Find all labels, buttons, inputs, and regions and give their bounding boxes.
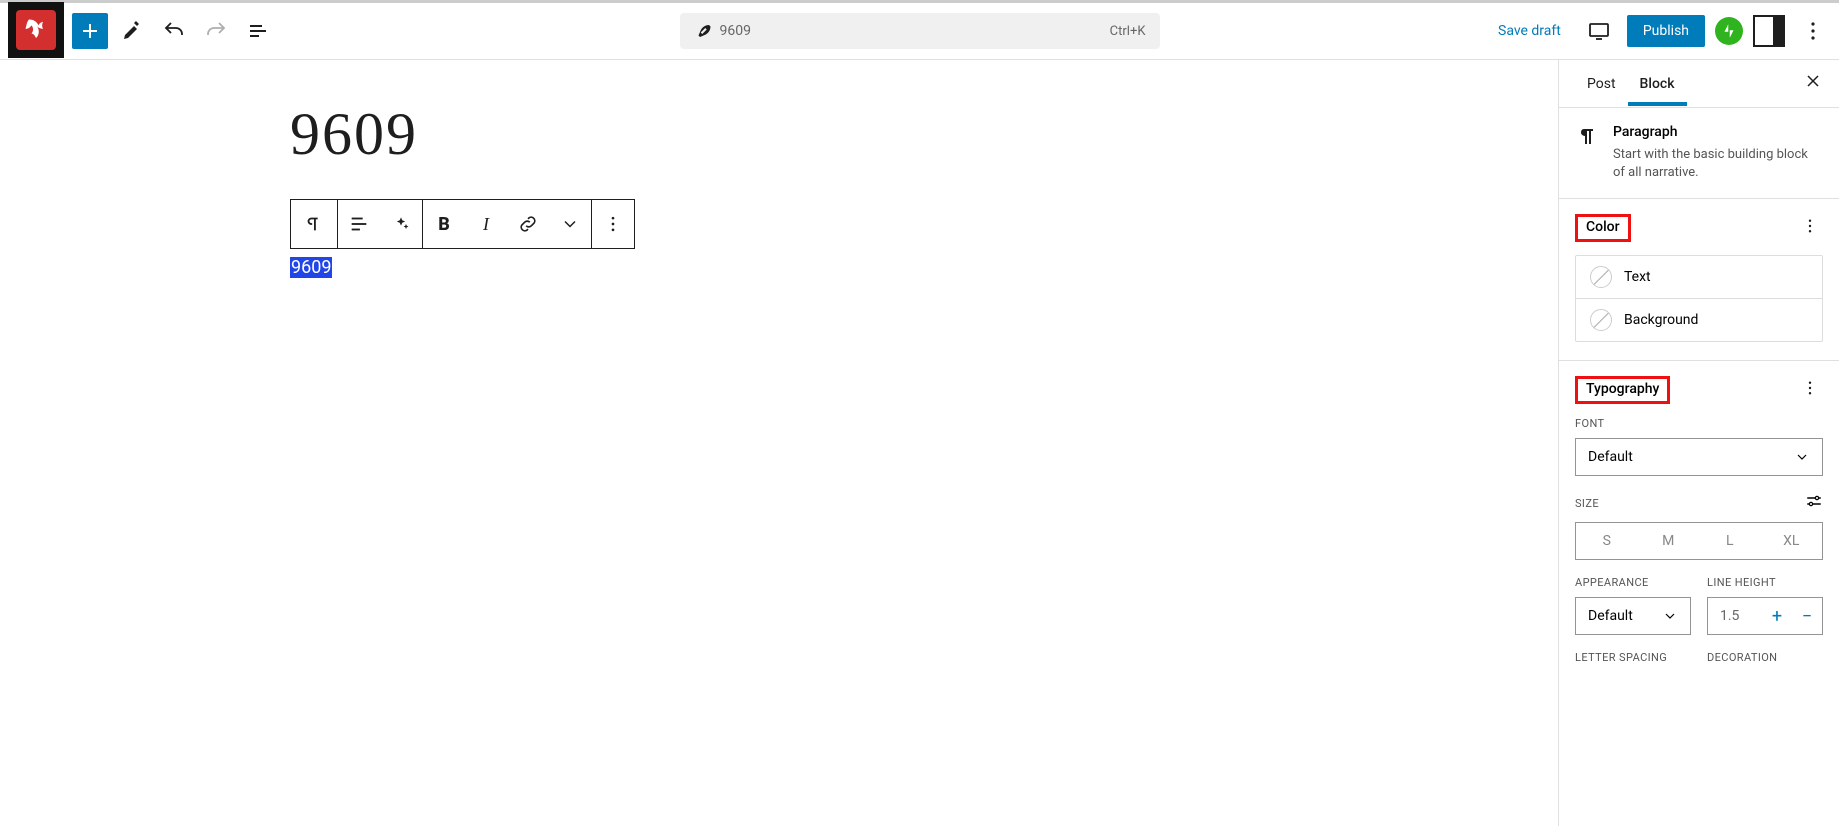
options-button[interactable] [1795, 13, 1831, 49]
close-sidebar-button[interactable] [1803, 71, 1823, 96]
document-title-bar[interactable]: 9609 Ctrl+K [680, 13, 1160, 49]
tab-post[interactable]: Post [1575, 62, 1628, 106]
tools-button[interactable] [114, 13, 150, 49]
chevron-down-icon [1794, 449, 1810, 465]
color-panel-options[interactable] [1797, 213, 1823, 243]
settings-panel-toggle[interactable] [1753, 15, 1785, 47]
size-s-button[interactable]: S [1576, 523, 1638, 559]
lineheight-increment[interactable]: + [1762, 606, 1792, 627]
font-select[interactable]: Default [1575, 438, 1823, 476]
feather-icon [694, 22, 712, 40]
post-title[interactable]: 9609 [290, 100, 1558, 169]
tab-block[interactable]: Block [1628, 62, 1687, 106]
size-xl-button[interactable]: XL [1761, 523, 1823, 559]
decoration-label: DECORATION [1707, 651, 1823, 664]
color-panel-title: Color [1586, 219, 1620, 235]
appearance-value: Default [1588, 608, 1633, 624]
add-block-button[interactable] [72, 13, 108, 49]
more-formatting-button[interactable] [549, 200, 591, 248]
text-color-label: Text [1624, 269, 1651, 285]
lineheight-input[interactable]: 1.5 + − [1707, 597, 1823, 635]
jetpack-button[interactable] [1715, 17, 1743, 45]
save-draft-button[interactable]: Save draft [1488, 17, 1571, 45]
site-logo[interactable] [8, 2, 64, 58]
font-label: FONT [1575, 417, 1823, 430]
appearance-select[interactable]: Default [1575, 597, 1691, 635]
size-m-button[interactable]: M [1638, 523, 1700, 559]
ai-button[interactable] [380, 200, 422, 248]
align-button[interactable] [338, 200, 380, 248]
block-options-button[interactable] [592, 200, 634, 248]
block-name: Paragraph [1613, 124, 1823, 140]
lineheight-label: LINE HEIGHT [1707, 576, 1823, 589]
text-color-swatch [1590, 266, 1612, 288]
italic-button[interactable]: I [465, 200, 507, 248]
text-color-button[interactable]: Text [1576, 256, 1822, 298]
letter-spacing-label: LETTER SPACING [1575, 651, 1691, 664]
typography-panel-title: Typography [1586, 381, 1659, 397]
preview-button[interactable] [1581, 13, 1617, 49]
font-value: Default [1588, 449, 1633, 465]
appearance-label: APPEARANCE [1575, 576, 1691, 589]
paragraph-selected-text[interactable]: 9609 [290, 257, 332, 278]
paragraph-icon [1575, 124, 1599, 182]
redo-button[interactable] [198, 13, 234, 49]
lineheight-value: 1.5 [1708, 608, 1762, 624]
lineheight-decrement[interactable]: − [1792, 606, 1822, 627]
background-color-label: Background [1624, 312, 1698, 328]
background-color-swatch [1590, 309, 1612, 331]
block-toolbar: B I [290, 199, 635, 249]
document-overview-button[interactable] [240, 13, 276, 49]
background-color-button[interactable]: Background [1576, 298, 1822, 341]
keyboard-shortcut: Ctrl+K [1110, 24, 1146, 39]
size-custom-toggle[interactable] [1805, 492, 1823, 514]
document-title: 9609 [720, 23, 1110, 39]
link-button[interactable] [507, 200, 549, 248]
block-description: Start with the basic building block of a… [1613, 146, 1823, 182]
bold-button[interactable]: B [423, 200, 465, 248]
block-type-button[interactable] [291, 200, 337, 248]
typography-panel-options[interactable] [1797, 375, 1823, 405]
undo-button[interactable] [156, 13, 192, 49]
size-label: SIZE [1575, 497, 1599, 510]
chevron-down-icon [1662, 608, 1678, 624]
size-l-button[interactable]: L [1699, 523, 1761, 559]
publish-button[interactable]: Publish [1627, 15, 1705, 47]
